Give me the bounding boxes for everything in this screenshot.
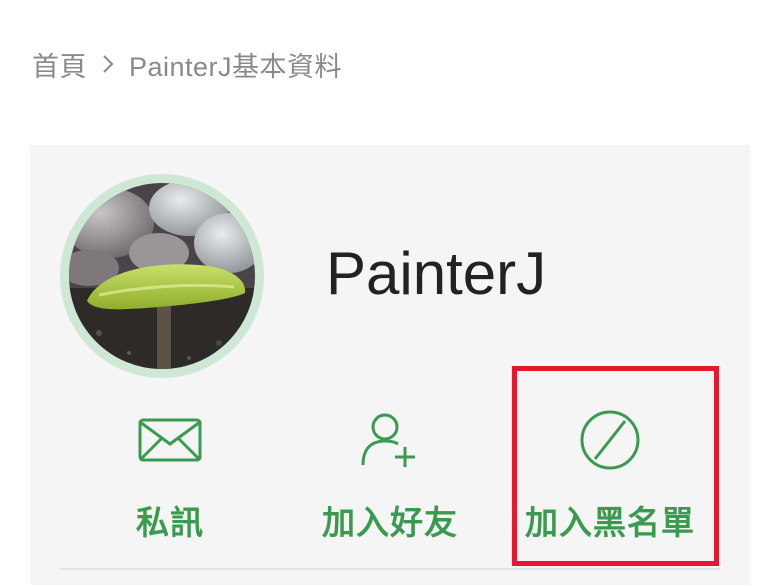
profile-username: PainterJ	[326, 240, 547, 307]
chevron-right-icon	[101, 53, 115, 75]
add-friend-label: 加入好友	[322, 504, 458, 541]
breadcrumb: 首頁 PainterJ基本資料	[32, 44, 342, 84]
private-message-label: 私訊	[136, 504, 204, 541]
private-message-button[interactable]: 私訊	[70, 400, 270, 550]
add-user-icon	[290, 404, 490, 476]
breadcrumb-home-link[interactable]: 首頁	[32, 45, 87, 84]
envelope-icon	[70, 404, 270, 476]
breadcrumb-current: PainterJ基本資料	[129, 51, 343, 82]
divider	[60, 568, 720, 570]
add-friend-button[interactable]: 加入好友	[290, 400, 490, 550]
avatar-image	[69, 183, 255, 369]
avatar	[60, 174, 264, 378]
highlight-box	[512, 366, 719, 566]
